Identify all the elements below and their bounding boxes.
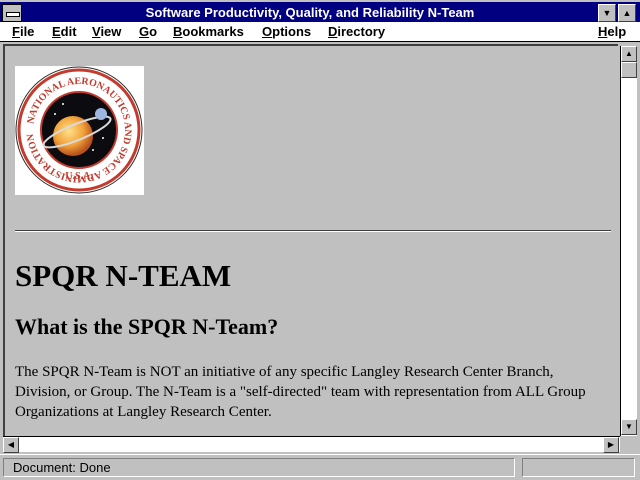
nasa-seal-icon: NATIONAL AERONAUTICS AND SPACE ADMINISTR… bbox=[15, 66, 144, 195]
system-menu-icon[interactable] bbox=[2, 4, 22, 22]
vertical-scroll-thumb[interactable] bbox=[621, 62, 637, 78]
vertical-scrollbar[interactable]: ▲ ▼ bbox=[620, 46, 637, 436]
progress-indicator bbox=[522, 458, 635, 477]
page-heading: SPQR N-TEAM bbox=[15, 258, 232, 293]
title-bar[interactable]: Software Productivity, Quality, and Reli… bbox=[0, 2, 640, 24]
browser-window: Software Productivity, Quality, and Reli… bbox=[0, 0, 640, 480]
minimize-button[interactable]: ▼ bbox=[598, 4, 616, 22]
status-bar: Document: Done bbox=[0, 454, 640, 480]
horizontal-scrollbar[interactable]: ◀ ▶ bbox=[3, 436, 620, 453]
menu-view[interactable]: View bbox=[92, 23, 121, 40]
scroll-right-button[interactable]: ▶ bbox=[603, 437, 619, 453]
menu-file[interactable]: File bbox=[12, 23, 34, 40]
menu-help[interactable]: Help bbox=[598, 23, 626, 40]
menu-bookmarks[interactable]: Bookmarks bbox=[173, 23, 244, 40]
maximize-button[interactable]: ▲ bbox=[618, 4, 636, 22]
scroll-up-button[interactable]: ▲ bbox=[621, 46, 637, 62]
scroll-down-button[interactable]: ▼ bbox=[621, 419, 637, 435]
window-title: Software Productivity, Quality, and Reli… bbox=[145, 5, 475, 20]
seal-country: U.S.A. bbox=[65, 171, 93, 182]
intro-paragraph: The SPQR N-Team is NOT an initiative of … bbox=[15, 364, 586, 420]
horizontal-rule bbox=[15, 230, 611, 232]
menu-go[interactable]: Go bbox=[139, 23, 157, 40]
status-text: Document: Done bbox=[3, 458, 515, 477]
document-content: NATIONAL AERONAUTICS AND SPACE ADMINISTR… bbox=[3, 44, 618, 436]
menu-directory[interactable]: Directory bbox=[328, 23, 385, 40]
page-subheading: What is the SPQR N-Team? bbox=[15, 314, 279, 339]
scroll-left-button[interactable]: ◀ bbox=[3, 437, 19, 453]
menu-bar: File Edit View Go Bookmarks Options Dire… bbox=[0, 22, 640, 42]
scrollbar-corner bbox=[620, 436, 637, 452]
menu-options[interactable]: Options bbox=[262, 23, 311, 40]
menu-edit[interactable]: Edit bbox=[52, 23, 77, 40]
